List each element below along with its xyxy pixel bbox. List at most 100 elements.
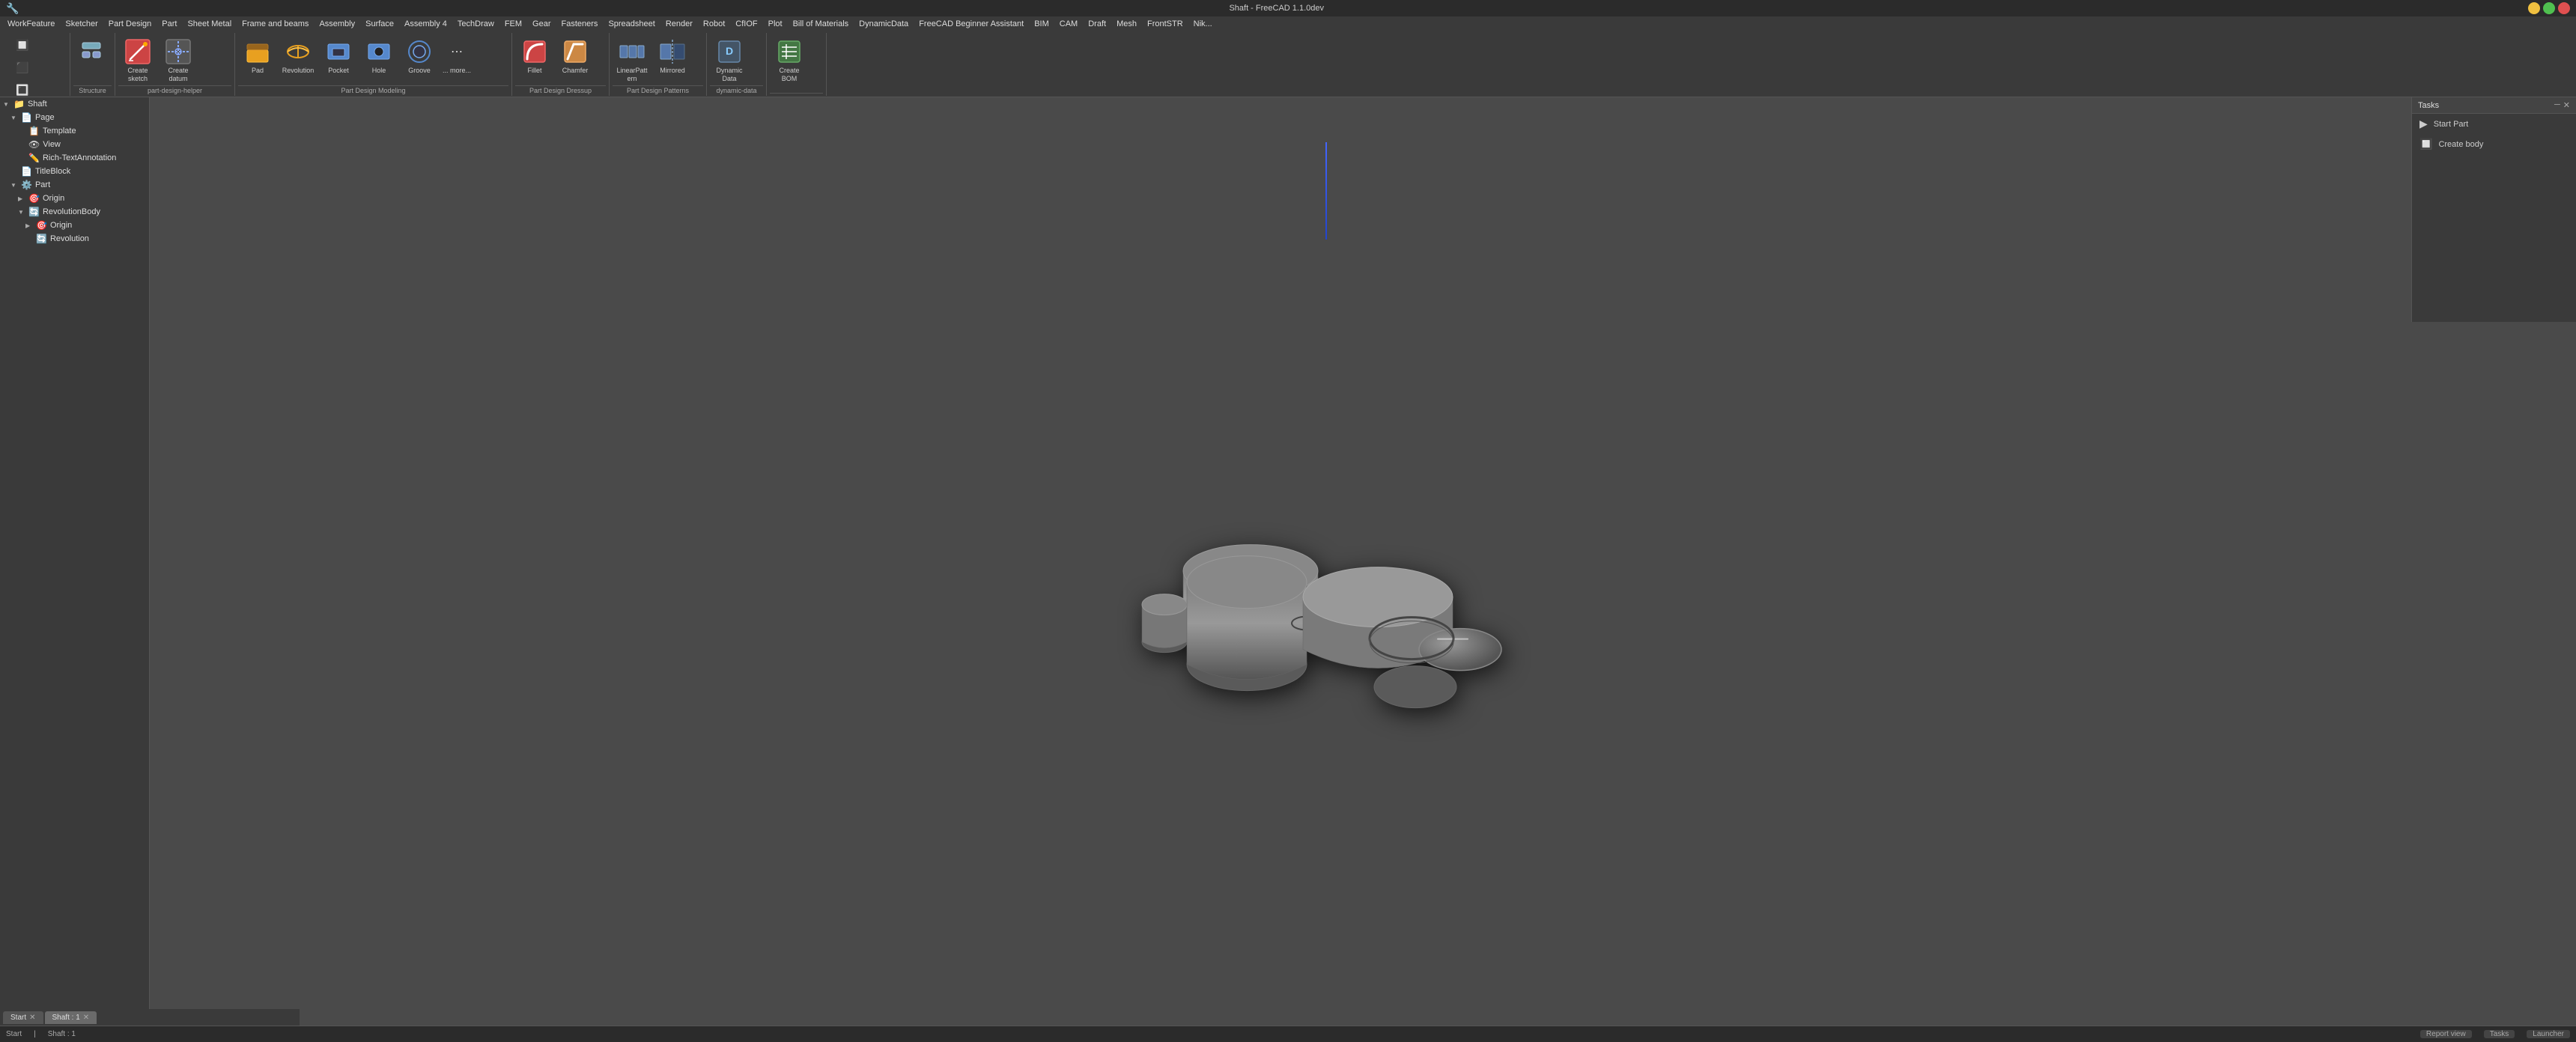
menu-item-frame-and-beams[interactable]: Frame and beams [237,18,313,30]
hole-label: Hole [372,67,386,75]
fillet-button[interactable]: Fillet [515,34,554,81]
menu-item-dynamicdata[interactable]: DynamicData [854,18,913,30]
tree-label-rich-text: Rich-TextAnnotation [43,153,116,162]
status-shaft: Shaft : 1 [48,1030,76,1038]
mirrored-button[interactable]: Mirrored [653,34,692,81]
bom-buttons: Create BOM [770,34,809,93]
tree-label-page: Page [35,113,55,122]
toolbar-group-bom: Create BOM [767,33,827,96]
tree-item-view[interactable]: 👁 View [0,138,149,151]
start-part-icon: ▶ [2419,118,2428,130]
tree-item-rich-text[interactable]: ✏️ Rich-TextAnnotation [0,151,149,165]
hole-button[interactable]: Hole [359,34,398,81]
tree-label-titleblock: TitleBlock [35,167,70,176]
status-launcher[interactable]: Launcher [2527,1030,2570,1038]
menubar: WorkFeatureSketcherPart DesignPartSheet … [0,16,2576,31]
tree-item-shaft[interactable]: ▼ 📁 Shaft [0,97,149,111]
structure-buttons [73,34,109,85]
minimize-button[interactable] [2528,2,2540,14]
window-title: Shaft - FreeCAD 1.1.0dev [25,4,2528,13]
tree-item-origin2[interactable]: ▶ 🎯 Origin [0,219,149,232]
menu-item-fem[interactable]: FEM [500,18,526,30]
menu-item-assembly-4[interactable]: Assembly 4 [400,18,452,30]
create-sketch-button[interactable]: Create sketch [118,34,157,81]
menu-item-plot[interactable]: Plot [764,18,787,30]
tree-item-template[interactable]: 📋 Template [0,124,149,138]
menu-item-workfeature[interactable]: WorkFeature [3,18,59,30]
toolbar-group-structure: Structure [70,33,115,96]
menu-item-fasteners[interactable]: Fasteners [557,18,603,30]
linear-pattern-button[interactable]: LinearPattern [613,34,651,81]
menu-item-assembly[interactable]: Assembly [315,18,359,30]
revolution-label: Revolution [282,67,315,75]
part-design-helper-buttons: Create sketch Create datum [118,34,198,85]
toolbar-group-modeling: Pad Revolution [235,33,512,96]
structure-btn-1[interactable] [73,34,109,81]
tasks-panel-header: Tasks ─ ✕ [2412,97,2576,114]
view-btn-1[interactable]: 🔲 [6,34,39,55]
start-part-item[interactable]: ▶ Start Part [2412,114,2576,134]
create-body-item[interactable]: 🔲 Create body [2412,134,2576,154]
menu-item-nik...[interactable]: Nik... [1189,18,1217,30]
more-button[interactable]: ⋯ ... more... [440,34,473,81]
menu-item-sketcher[interactable]: Sketcher [61,18,102,30]
tree-item-titleblock[interactable]: 📄 TitleBlock [0,165,149,178]
create-datum-button[interactable]: Create datum [159,34,198,81]
tab-shaft-close[interactable]: ✕ [83,1014,89,1022]
dressup-label: Part Design Dressup [515,85,606,94]
linear-pattern-label: LinearPattern [615,67,649,83]
tree-label-origin: Origin [43,194,64,203]
menu-item-mesh[interactable]: Mesh [1112,18,1141,30]
tasks-close-btn[interactable]: ✕ [2563,100,2570,110]
menu-item-spreadsheet[interactable]: Spreadsheet [604,18,659,30]
tree-label-template: Template [43,127,76,135]
groove-button[interactable]: Groove [400,34,439,81]
bom-label [770,93,823,94]
menu-item-bill-of-materials[interactable]: Bill of Materials [789,18,854,30]
tree-item-origin[interactable]: ▶ 🎯 Origin [0,192,149,205]
tree-item-revolution-leaf[interactable]: 🔄 Revolution [0,232,149,246]
menu-item-freecad-beginner-assistant[interactable]: FreeCAD Beginner Assistant [914,18,1028,30]
menu-item-frontstr[interactable]: FrontSTR [1143,18,1188,30]
menu-item-part[interactable]: Part [157,18,181,30]
menu-item-surface[interactable]: Surface [361,18,398,30]
tree-arrow-shaft: ▼ [3,101,10,108]
dynamic-data-button[interactable]: D Dynamic Data [710,34,749,81]
menu-item-render[interactable]: Render [661,18,697,30]
tree-label-origin2: Origin [50,221,72,230]
tab-start-close[interactable]: ✕ [29,1014,35,1022]
menu-item-bim[interactable]: BIM [1030,18,1054,30]
menu-item-gear[interactable]: Gear [528,18,555,30]
tasks-minimize-btn[interactable]: ─ [2554,100,2560,110]
pad-label: Pad [252,67,264,75]
tree-label-view: View [43,140,61,149]
window-controls [2528,2,2570,14]
statusbar: Start | Shaft : 1 Report view Tasks Laun… [0,1026,2576,1042]
menu-item-part-design[interactable]: Part Design [104,18,156,30]
menu-item-techdraw[interactable]: TechDraw [453,18,499,30]
menu-item-cam[interactable]: CAM [1055,18,1082,30]
tree-item-page[interactable]: ▼ 📄 Page [0,111,149,124]
tab-start[interactable]: Start ✕ [3,1011,43,1024]
status-tasks[interactable]: Tasks [2484,1030,2515,1038]
close-button[interactable] [2558,2,2570,14]
more-label: ... more... [443,67,471,75]
tab-shaft[interactable]: Shaft : 1 ✕ [45,1011,97,1024]
tree-item-part[interactable]: ▼ ⚙️ Part [0,178,149,192]
pad-button[interactable]: Pad [238,34,277,81]
menu-item-draft[interactable]: Draft [1084,18,1111,30]
revolution-button[interactable]: Revolution [279,34,318,81]
svg-text:D: D [726,45,733,57]
toolbar-group-individual-views: 🔲 ⬛ 🔳 🔲 ▣ 🔷 Individual views [3,33,70,96]
viewport[interactable]: FRONT TOP R ⌂ ⚙ [150,97,2576,1026]
maximize-button[interactable] [2543,2,2555,14]
create-bom-button[interactable]: Create BOM [770,34,809,81]
chamfer-button[interactable]: Chamfer [556,34,595,81]
pocket-button[interactable]: Pocket [319,34,358,81]
menu-item-cfiof[interactable]: CfIOF [731,18,762,30]
tree-item-revolution-body[interactable]: ▼ 🔄 RevolutionBody [0,205,149,219]
menu-item-sheet-metal[interactable]: Sheet Metal [183,18,236,30]
view-btn-2[interactable]: ⬛ [6,57,39,78]
status-report-view[interactable]: Report view [2420,1030,2472,1038]
menu-item-robot[interactable]: Robot [699,18,729,30]
